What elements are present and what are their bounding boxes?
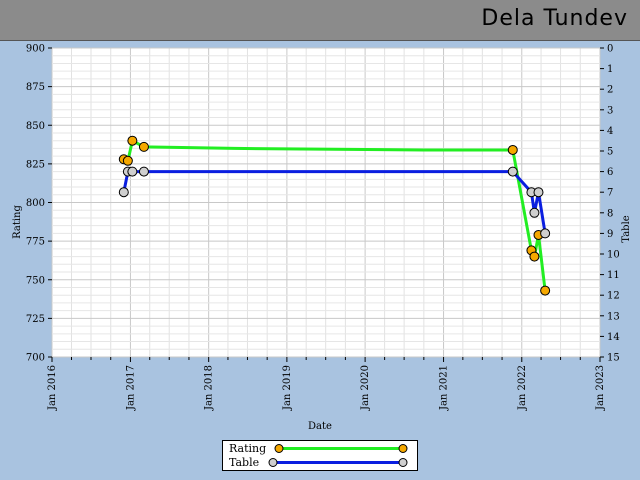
y-tick-label: 875: [26, 82, 45, 93]
table-point: [529, 207, 540, 218]
x-tick-label: Jan 2020: [360, 365, 371, 411]
y2-tick-label: 9: [607, 229, 613, 240]
table-point: [540, 228, 551, 239]
table-point: [127, 166, 138, 177]
table-point: [533, 187, 544, 198]
player-name-title: Dela Tundev: [481, 6, 628, 31]
y-tick-label: 700: [26, 353, 45, 364]
grid-lines: [51, 47, 601, 358]
y2-tick-label: 11: [607, 270, 620, 281]
legend-item-table: Table: [223, 456, 417, 469]
rating-chart: 700725750775800825850875900 0123456789101…: [12, 44, 632, 433]
rating-point: [540, 285, 551, 296]
chart-legend: Rating Table: [222, 440, 418, 471]
y2-axis-title: Table: [621, 215, 632, 242]
x-tick-label: Jan 2018: [204, 365, 215, 411]
chart-header: Dela Tundev: [0, 0, 640, 41]
rating-point: [127, 135, 138, 146]
x-tick-label: Jan 2017: [125, 365, 136, 411]
y2-tick-label: 8: [607, 208, 613, 219]
x-tick-label: Jan 2016: [47, 365, 58, 411]
legend-label-rating: Rating: [229, 442, 267, 455]
y2-tick-label: 0: [607, 44, 613, 55]
x-axis-title: Date: [308, 421, 332, 432]
x-tick-label: Jan 2023: [595, 365, 606, 411]
y-tick-label: 825: [26, 159, 45, 170]
table-point: [138, 166, 149, 177]
y2-tick-label: 4: [607, 126, 613, 137]
legend-item-rating: Rating: [223, 442, 417, 455]
legend-swatch-rating: [274, 444, 408, 453]
y-tick-label: 750: [26, 275, 45, 286]
y2-tick-label: 5: [607, 147, 613, 158]
y2-tick-label: 2: [607, 85, 613, 96]
y2-tick-label: 12: [607, 291, 620, 302]
rating-point: [507, 144, 518, 155]
y2-tick-label: 1: [607, 64, 613, 75]
legend-swatch-table: [268, 458, 408, 467]
y2-tick-label: 13: [607, 311, 620, 322]
table-point: [118, 187, 129, 198]
table-point: [507, 166, 518, 177]
x-tick-label: Jan 2019: [282, 365, 293, 411]
legend-label-table: Table: [229, 456, 260, 469]
rating-point: [122, 155, 133, 166]
rating-point: [138, 141, 149, 152]
y-tick-label: 800: [26, 198, 45, 209]
rating-point: [529, 251, 540, 262]
y2-tick-label: 6: [607, 167, 613, 178]
y-tick-label: 725: [26, 314, 45, 325]
y-tick-label: 900: [26, 44, 45, 55]
y-tick-label: 850: [26, 121, 45, 132]
x-tick-label: Jan 2021: [439, 365, 450, 411]
y2-tick-label: 3: [607, 105, 613, 116]
y2-tick-label: 15: [607, 353, 620, 364]
y2-tick-label: 14: [607, 332, 620, 343]
y2-tick-label: 7: [607, 188, 613, 199]
x-tick-label: Jan 2022: [517, 365, 528, 411]
y-tick-label: 775: [26, 237, 45, 248]
y-axis-title: Rating: [12, 205, 23, 239]
y2-tick-label: 10: [607, 250, 620, 261]
